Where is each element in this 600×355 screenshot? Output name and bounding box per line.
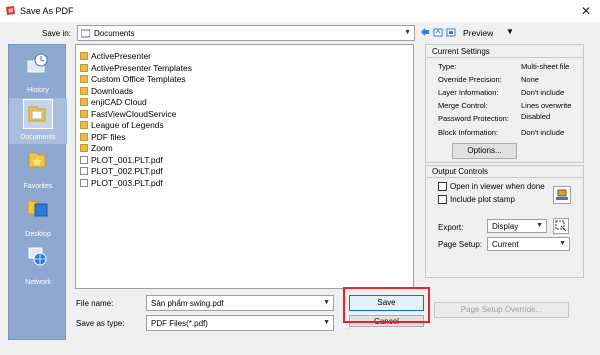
place-desktop[interactable]: Desktop	[9, 195, 67, 241]
file-name-input[interactable]: Sản phẩm swing.pdf ▼	[146, 295, 334, 311]
place-label: Documents	[20, 134, 56, 141]
page-setup-dropdown[interactable]: Current ▼	[487, 237, 570, 251]
places-bar: History Documents Favorites Desktop Netw…	[8, 44, 67, 340]
documents-folder-icon	[80, 29, 91, 38]
network-icon	[26, 245, 48, 267]
folder-icon	[80, 52, 88, 60]
current-settings-group: Current Settings Type: Multi-sheet file …	[425, 44, 584, 163]
history-icon	[26, 53, 48, 75]
app-logo-icon	[5, 5, 16, 16]
highlight-box	[343, 287, 430, 323]
pdf-file-icon	[80, 155, 88, 164]
desktop-icon	[26, 197, 48, 219]
folder-icon	[80, 132, 88, 141]
pdf-file-icon	[80, 178, 88, 187]
back-arrow-icon[interactable]	[420, 27, 430, 37]
save-in-dropdown[interactable]: Documents ▼	[77, 25, 415, 41]
place-label: History	[27, 87, 49, 94]
close-icon[interactable]: ✕	[578, 3, 594, 19]
setting-key: Layer Information:	[438, 88, 499, 97]
setting-value: Disabled	[521, 112, 551, 121]
folder-icon	[80, 109, 88, 118]
plot-stamp-label: Include plot stamp	[450, 195, 515, 204]
current-settings-title: Current Settings	[432, 47, 490, 56]
chevron-down-icon: ▼	[536, 222, 543, 229]
divider	[426, 57, 583, 58]
setting-key: Override Precision:	[438, 75, 502, 84]
documents-icon	[26, 103, 48, 125]
folder-icon	[80, 121, 88, 129]
file-name-label: File name:	[76, 299, 114, 308]
place-network[interactable]: Network	[9, 243, 67, 289]
folder-icon	[80, 75, 88, 83]
export-label: Export:	[438, 223, 464, 232]
save-in-label: Save in:	[42, 29, 71, 38]
setting-key: Merge Control:	[438, 101, 488, 110]
save-as-type-label: Save as type:	[76, 319, 125, 328]
folder-icon	[80, 98, 88, 106]
output-controls-title: Output Controls	[432, 167, 489, 176]
views-dropdown-icon[interactable]: ▼	[506, 27, 514, 36]
place-label: Desktop	[25, 231, 51, 238]
preview-label[interactable]: Preview	[463, 28, 493, 38]
pdf-file-icon	[80, 167, 88, 175]
setting-key: Password Protection:	[438, 114, 509, 123]
folder-icon	[80, 63, 88, 72]
chevron-down-icon: ▼	[323, 319, 330, 326]
open-in-viewer-checkbox[interactable]	[438, 182, 447, 191]
setting-value: Don't include	[521, 88, 565, 97]
window-title: Save As PDF	[20, 6, 74, 16]
select-window-icon[interactable]	[553, 218, 569, 234]
save-as-type-dropdown[interactable]: PDF Files(*.pdf) ▼	[146, 315, 334, 331]
folder-icon	[80, 144, 88, 152]
options-button[interactable]: Options...	[452, 143, 517, 159]
new-folder-icon[interactable]	[446, 27, 456, 37]
output-controls-group: Output Controls Open in viewer when done…	[425, 165, 584, 278]
file-list[interactable]: ActivePresenter ActivePresenter Template…	[75, 44, 414, 289]
setting-value: None	[521, 75, 539, 84]
chevron-down-icon: ▼	[559, 240, 566, 247]
divider	[426, 177, 583, 178]
open-in-viewer-label: Open in viewer when done	[450, 182, 545, 191]
setting-value: Lines overwrite	[521, 101, 572, 110]
place-label: Favorites	[23, 183, 53, 190]
page-setup-label: Page Setup:	[438, 240, 483, 249]
export-dropdown[interactable]: Display ▼	[487, 219, 547, 233]
place-documents[interactable]: Documents	[9, 98, 67, 144]
plot-stamp-checkbox[interactable]	[438, 195, 447, 204]
up-folder-icon[interactable]	[433, 27, 443, 37]
chevron-down-icon: ▼	[404, 29, 411, 36]
place-favorites[interactable]: Favorites	[9, 147, 67, 193]
place-label: Network	[25, 279, 51, 286]
setting-key: Type:	[438, 62, 457, 71]
plot-stamp-settings-icon[interactable]	[553, 186, 571, 204]
folder-icon	[80, 86, 88, 95]
place-history[interactable]: History	[9, 51, 67, 97]
page-setup-override-button[interactable]: Page Setup Override...	[434, 302, 569, 318]
chevron-down-icon: ▼	[323, 299, 330, 306]
setting-value: Don't include	[521, 128, 565, 137]
title-bar: Save As PDF ✕	[0, 0, 600, 22]
setting-key: Block Information:	[438, 128, 499, 137]
favorites-icon	[26, 149, 48, 171]
setting-value: Multi-sheet file	[521, 62, 570, 71]
save-in-value: Documents	[94, 29, 135, 38]
